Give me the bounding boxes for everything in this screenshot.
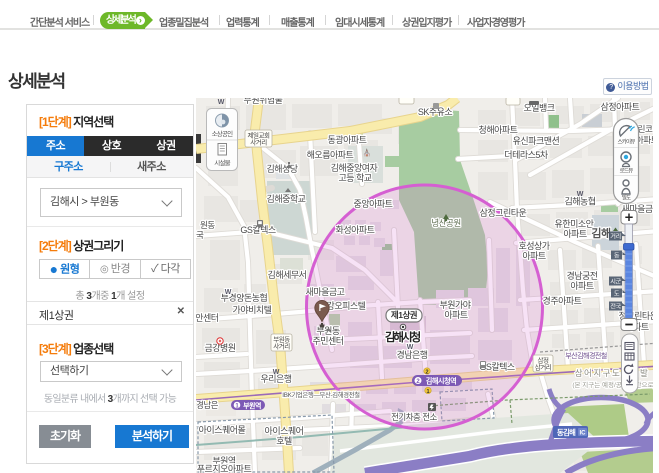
svg-text:삼정: 삼정 [538,356,549,365]
svg-text:김해시청역: 김해시청역 [426,376,457,385]
svg-text:강오피스텔: 강오피스텔 [327,300,366,311]
svg-text:유한미소안: 유한미소안 [555,219,594,229]
svg-text:동: 동 [614,253,620,260]
svg-text:시군: 시군 [610,279,621,286]
svg-text:IC: IC [580,431,587,437]
svg-text:시설물: 시설물 [214,159,230,167]
svg-text:동광아파트: 동광아파트 [328,134,367,145]
svg-text:부원역: 부원역 [243,401,261,410]
svg-text:해오름아파트: 해오름아파트 [307,150,354,160]
svg-text:린코: 린코 [638,124,653,134]
svg-text:아파트: 아파트 [570,281,594,291]
svg-text:김해: 김해 [591,226,611,240]
svg-text:전국: 전국 [610,303,621,311]
svg-text:원동: 원동 [200,220,215,230]
svg-text:부산김해경전철: 부산김해경전철 [565,351,607,360]
svg-text:(본 지구는 예정/공사 구간으로): (본 지구는 예정/공사 구간으로) [572,380,653,389]
svg-text:W: W [218,99,225,106]
svg-text:고등 학교: 고등 학교 [338,173,371,183]
svg-text:가야비치텔: 가야비치텔 [233,304,272,315]
svg-text:사거리: 사거리 [250,138,267,147]
svg-text:주민센터: 주민센터 [312,336,343,346]
svg-text:2: 2 [425,370,428,376]
svg-text:W: W [407,344,414,351]
svg-text:청해아파트: 청해아파트 [479,125,518,135]
svg-text:유신파크맨션: 유신파크맨션 [513,136,560,146]
svg-text:W: W [225,289,232,296]
svg-text:1: 1 [426,389,429,395]
svg-text:국: 국 [196,230,204,240]
svg-text:부원동: 부원동 [273,335,290,344]
svg-text:제일교회: 제일교회 [248,131,270,140]
svg-text:아파트: 아파트 [563,229,587,239]
svg-text:아이스퀘어: 아이스퀘어 [265,426,304,436]
svg-text:스카이뷰: 스카이뷰 [617,138,635,146]
svg-text:동김해: 동김해 [557,427,576,437]
svg-text:아파트: 아파트 [444,310,468,320]
svg-text:IBK기업은행—부산-김해경전철: IBK기업은행—부산-김해경전철 [282,390,360,399]
svg-text:김해시청: 김해시청 [385,330,421,344]
svg-text:거리: 거리 [610,233,620,241]
svg-text:화성아파트: 화성아파트 [336,225,375,235]
svg-text:치안센터: 치안센터 [196,312,219,323]
svg-text:로드뷰: 로드뷰 [620,168,634,175]
svg-text:삼거리: 삼거리 [535,363,552,372]
svg-text:김해성당: 김해성당 [266,163,297,174]
svg-text:경주아파트: 경주아파트 [543,295,582,306]
svg-text:경남궁전: 경남궁전 [566,270,597,281]
svg-text:W: W [273,369,280,376]
svg-text:아이스퀘어몰: 아이스퀘어몰 [199,425,246,435]
svg-text:오일뱅크: 오일뱅크 [523,103,554,113]
svg-text:경남은: 경남은 [196,400,219,410]
svg-text:제1상권: 제1상권 [391,310,418,320]
svg-text:삼정아파트: 삼정아파트 [601,102,640,112]
svg-text:더테라스5차: 더테라스5차 [504,149,549,160]
svg-text:삼정그린타운: 삼정그린타운 [480,208,527,218]
svg-text:푸르지오아파트: 푸르지오아파트 [197,464,252,473]
svg-text:도: 도 [614,291,620,298]
svg-text:부원가야: 부원가야 [439,300,470,310]
svg-text:사거리: 사거리 [273,342,290,351]
svg-text:전기차충 전소: 전기차충 전소 [391,412,437,422]
svg-text:호텔: 호텔 [276,435,292,446]
svg-text:W: W [577,191,584,198]
svg-text:중앙아파트: 중앙아파트 [354,198,393,209]
svg-text:소상공인: 소상공인 [212,129,234,138]
svg-text:김해중학교: 김해중학교 [267,193,306,204]
svg-text:부원위험물: 부원위험물 [244,98,283,105]
svg-text:새마을금고: 새마을금고 [306,287,345,297]
svg-text:밀도: 밀도 [622,194,631,202]
svg-text:아파트: 아파트 [522,251,546,261]
svg-text:김해중앙여자: 김해중앙여자 [331,162,379,173]
svg-text:김해세무서: 김해세무서 [268,269,307,280]
svg-text:호성상가: 호성상가 [518,241,549,251]
svg-text:⛪: ⛪ [363,148,372,157]
